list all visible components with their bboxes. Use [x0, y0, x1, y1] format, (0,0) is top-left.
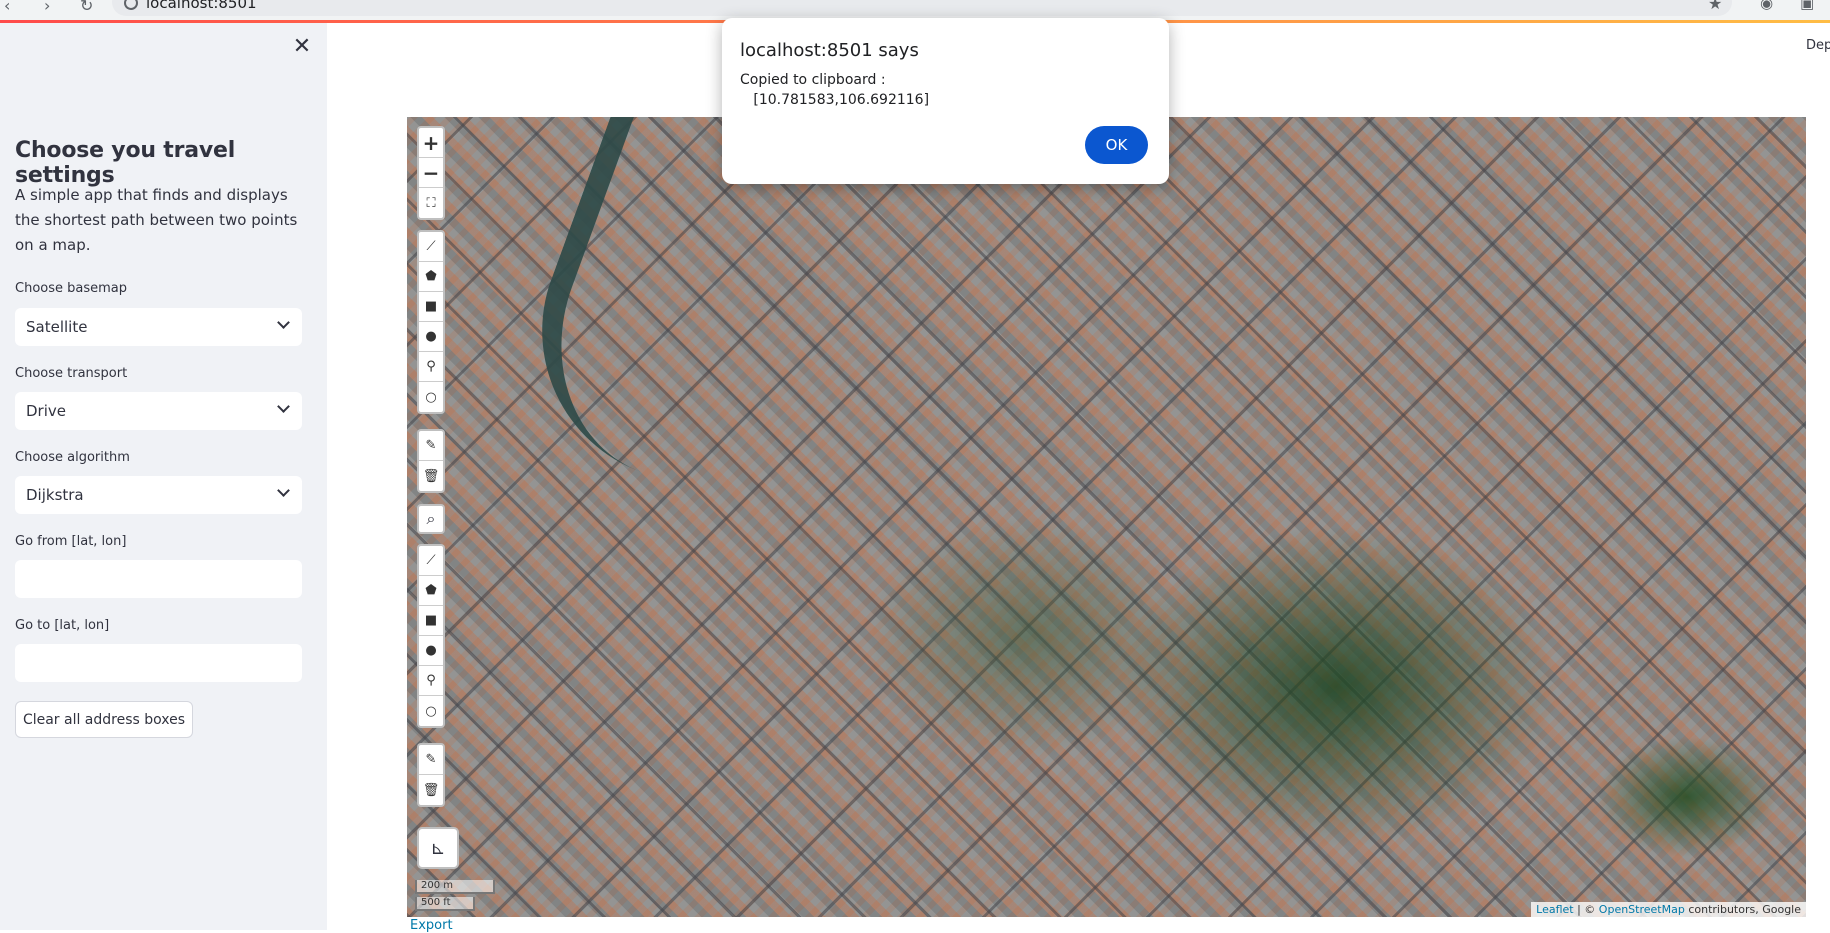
go-to-label: Go to [lat, lon]	[15, 618, 110, 633]
chevron-down-icon	[277, 400, 290, 413]
delete-layers-icon[interactable]: 🗑	[419, 461, 443, 491]
edit-toolbar-2: ✎ 🗑	[417, 743, 445, 807]
basemap-select[interactable]: Satellite	[15, 308, 302, 346]
ok-button[interactable]: OK	[1085, 126, 1148, 164]
chevron-down-icon	[277, 316, 290, 329]
edit-toolbar-1: ✎ 🗑	[417, 429, 445, 493]
go-from-input[interactable]	[15, 560, 302, 598]
draw-polyline-icon[interactable]: ⟋	[419, 546, 443, 576]
url-text[interactable]: localhost:8501	[146, 0, 257, 12]
scale-imperial: 500 ft	[415, 897, 475, 911]
reload-icon[interactable]: ↻	[80, 0, 93, 15]
close-sidebar-icon[interactable]: ✕	[290, 35, 314, 59]
leaflet-link[interactable]: Leaflet	[1536, 903, 1573, 916]
draw-toolbar-2: ⟋ ⬟ ■ ● ⚲ ○	[417, 544, 445, 728]
bookmark-star-icon[interactable]: ★	[1708, 0, 1722, 13]
extensions-icon[interactable]: ▣	[1800, 0, 1814, 12]
search-icon[interactable]: ⌕	[417, 504, 445, 534]
clear-address-button[interactable]: Clear all address boxes	[15, 701, 193, 738]
draw-rectangle-icon[interactable]: ■	[419, 606, 443, 636]
algorithm-value: Dijkstra	[26, 486, 84, 504]
draw-rectangle-icon[interactable]: ■	[419, 292, 443, 322]
draw-marker-icon[interactable]: ⚲	[419, 352, 443, 382]
address-bar[interactable]	[112, 0, 1732, 16]
transport-value: Drive	[26, 402, 66, 420]
dialog-title: localhost:8501 says	[740, 40, 919, 61]
transport-select[interactable]: Drive	[15, 392, 302, 430]
measure-icon[interactable]: ⊾	[417, 827, 459, 869]
chevron-down-icon	[277, 484, 290, 497]
zoom-control: + − ⛶	[417, 126, 445, 220]
draw-polyline-icon[interactable]: ⟋	[419, 232, 443, 262]
scale-metric: 200 m	[415, 880, 495, 894]
draw-marker-icon[interactable]: ⚲	[419, 666, 443, 696]
draw-circle-icon[interactable]: ●	[419, 322, 443, 352]
edit-layers-icon[interactable]: ✎	[419, 431, 443, 461]
draw-circlemarker-icon[interactable]: ○	[419, 696, 443, 726]
profile-icon[interactable]: ◉	[1760, 0, 1773, 12]
zoom-out-button[interactable]: −	[419, 158, 443, 188]
osm-link[interactable]: OpenStreetMap	[1599, 903, 1685, 916]
zoom-in-button[interactable]: +	[419, 128, 443, 158]
draw-polygon-icon[interactable]: ⬟	[419, 576, 443, 606]
edit-layers-icon[interactable]: ✎	[419, 745, 443, 775]
transport-label: Choose transport	[15, 366, 128, 381]
alert-dialog: localhost:8501 says Copied to clipboard …	[722, 18, 1169, 184]
deploy-button[interactable]: Dep	[1806, 38, 1830, 53]
attribution-text: contributors, Google	[1684, 903, 1801, 916]
map[interactable]: + − ⛶ ⟋ ⬟ ■ ● ⚲ ○ ✎ 🗑 ⌕ ⟋ ⬟ ■ ● ⚲ ○ ✎ 🗑 …	[407, 117, 1806, 917]
forward-icon[interactable]: ›	[44, 0, 50, 15]
sidebar-description: A simple app that finds and displays the…	[15, 186, 298, 254]
draw-polygon-icon[interactable]: ⬟	[419, 262, 443, 292]
sidebar: ✕ Choose you travel settings A simple ap…	[0, 23, 327, 930]
draw-toolbar-1: ⟋ ⬟ ■ ● ⚲ ○	[417, 230, 445, 414]
draw-circlemarker-icon[interactable]: ○	[419, 382, 443, 412]
algorithm-select[interactable]: Dijkstra	[15, 476, 302, 514]
fullscreen-icon[interactable]: ⛶	[419, 188, 443, 218]
delete-layers-icon[interactable]: 🗑	[419, 775, 443, 805]
sidebar-title: Choose you travel settings	[15, 138, 236, 188]
attribution-separator: | ©	[1573, 903, 1599, 916]
export-link[interactable]: Export	[410, 918, 453, 933]
go-from-label: Go from [lat, lon]	[15, 534, 127, 549]
basemap-value: Satellite	[26, 318, 88, 336]
map-attribution: Leaflet | © OpenStreetMap contributors, …	[1531, 902, 1806, 917]
dialog-message: Copied to clipboard : [10.781583,106.692…	[740, 72, 930, 108]
back-icon[interactable]: ‹	[4, 0, 10, 15]
draw-circle-icon[interactable]: ●	[419, 636, 443, 666]
algorithm-label: Choose algorithm	[15, 450, 130, 465]
basemap-label: Choose basemap	[15, 281, 127, 296]
go-to-input[interactable]	[15, 644, 302, 682]
